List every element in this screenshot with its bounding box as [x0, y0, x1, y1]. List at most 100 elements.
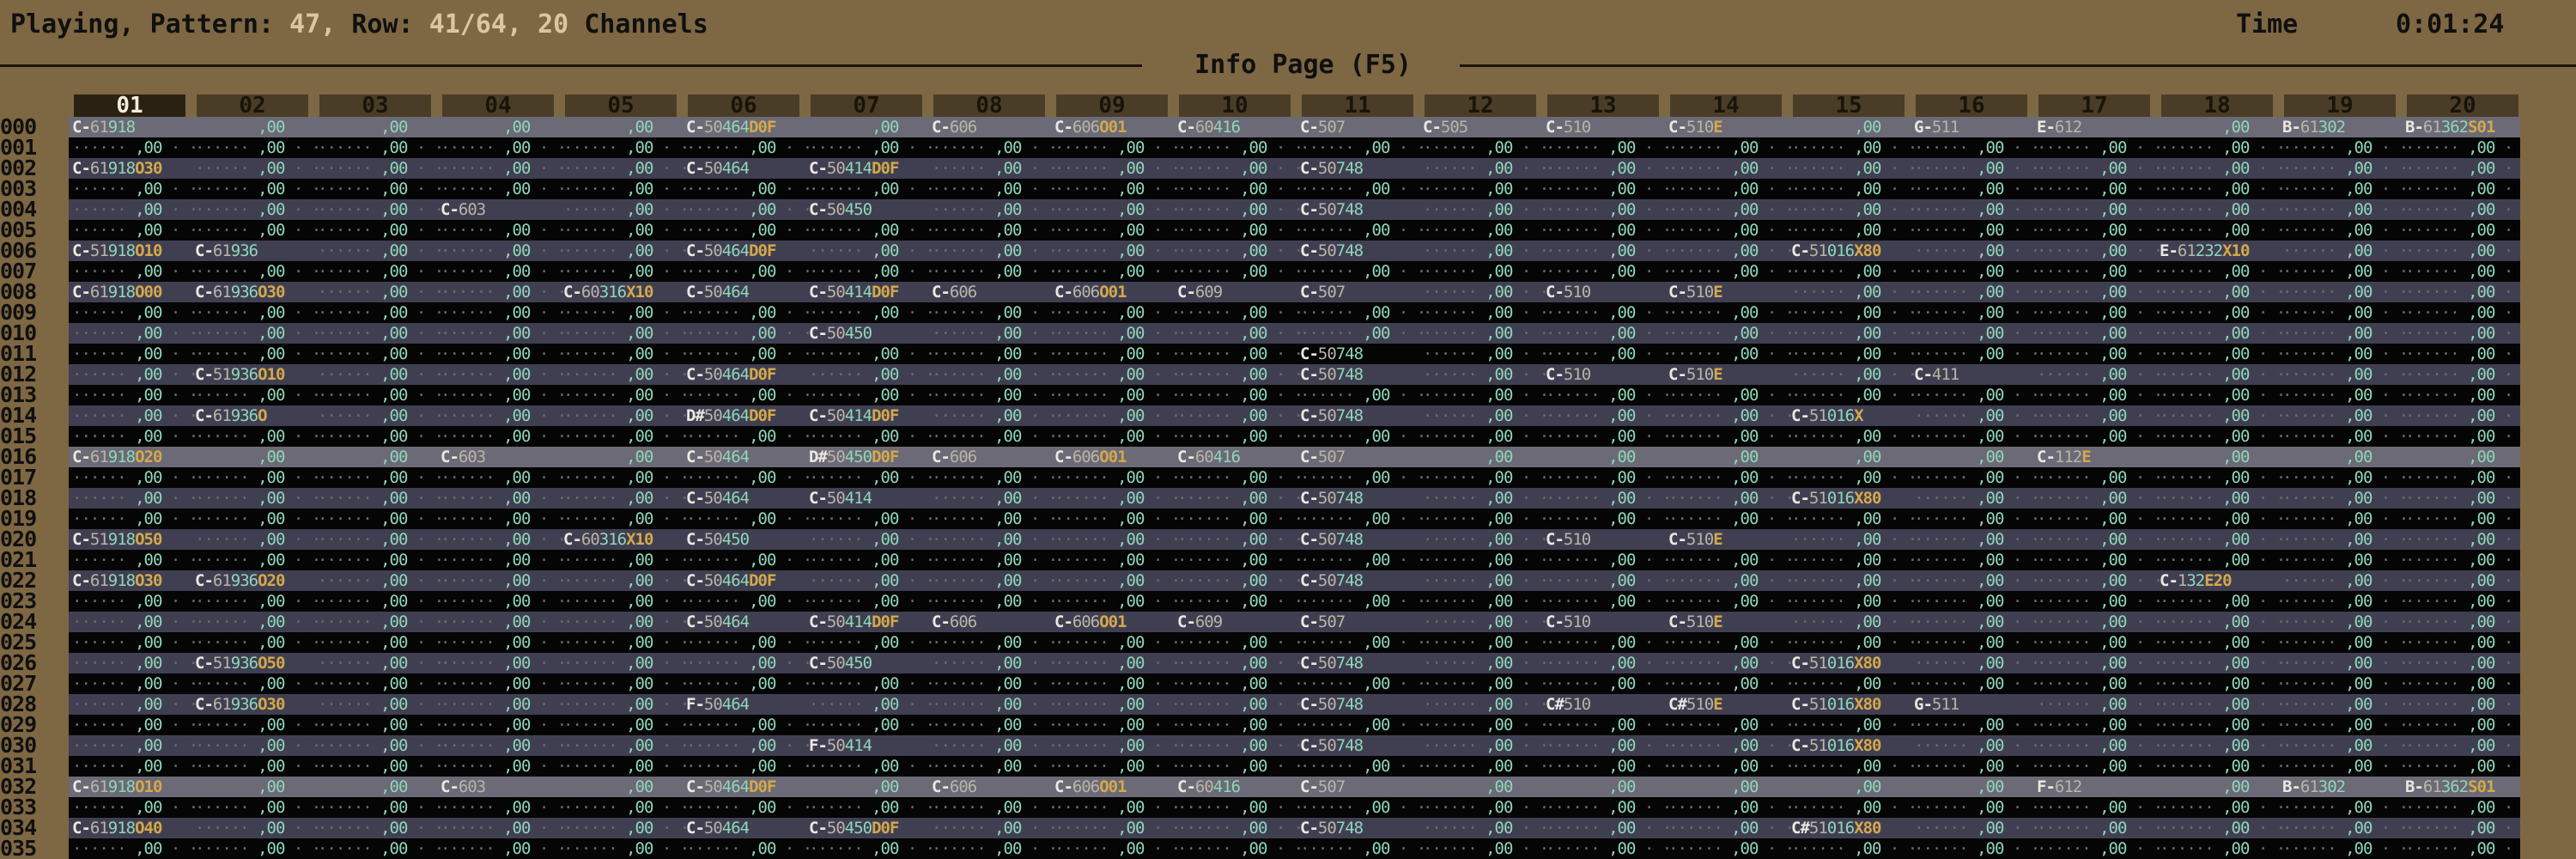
pattern-cell[interactable]: ······ ,00 · ··· — [72, 344, 195, 364]
pattern-cell[interactable]: D#50464D0F — [686, 405, 809, 426]
pattern-cell[interactable]: ······ ,00 · ··· — [1177, 241, 1300, 261]
pattern-cell[interactable]: ······ ,00 · ··· — [809, 344, 932, 364]
pattern-cell[interactable]: ······ ,00 · ··· — [2037, 467, 2160, 488]
pattern-cell[interactable]: ······ ,00 · ··· — [2405, 137, 2520, 158]
pattern-cell[interactable]: ······ ,00 · ··· — [932, 756, 1054, 777]
pattern-cell[interactable]: ······ ,00 · ··· — [563, 612, 686, 632]
pattern-cell[interactable]: ······ ,00 · ··· — [2037, 715, 2160, 735]
pattern-cell[interactable]: ······ ,00 · ··· — [1177, 426, 1300, 447]
pattern-cell[interactable]: ······ ,00 · ··· — [686, 344, 809, 364]
pattern-cell[interactable]: ······ ,00 · ··· — [318, 158, 440, 179]
pattern-cell[interactable]: ······ ,00 · ··· — [932, 302, 1054, 323]
pattern-cell[interactable]: ······ ,00 · ··· — [195, 179, 318, 199]
pattern-cell[interactable]: ······ ,00 · ··· — [1546, 199, 1668, 220]
pattern-cell[interactable]: ······ ,00 · ··· — [932, 797, 1054, 818]
pattern-cell[interactable]: ······ ,00 · ··· — [1914, 715, 2037, 735]
pattern-cell[interactable]: C-60316X10 — [563, 282, 686, 302]
pattern-cell[interactable]: ······ ,00 · ··· — [1914, 323, 2037, 344]
pattern-cell[interactable]: ······ ,00 · ··· — [2282, 797, 2405, 818]
pattern-cell[interactable]: ······ ,00 · ··· — [686, 756, 809, 777]
channel-tab-14[interactable]: 14 — [1670, 94, 1782, 117]
pattern-cell[interactable]: ······ ,00 · ··· — [318, 117, 440, 137]
pattern-cell[interactable]: ······ ,00 · ··· — [2405, 467, 2520, 488]
pattern-cell[interactable]: ······ ,00 · ··· — [440, 282, 563, 302]
pattern-cell[interactable]: ······ ,00 · ··· — [1668, 426, 1791, 447]
pattern-cell[interactable]: ······ ,00 · ··· — [1054, 735, 1177, 756]
channel-tab-01[interactable]: 01 — [74, 94, 185, 117]
channel-tab-18[interactable]: 18 — [2161, 94, 2273, 117]
pattern-cell[interactable]: C-507 — [1300, 612, 1423, 632]
pattern-cell[interactable]: ······ ,00 · ··· — [1300, 179, 1423, 199]
pattern-cell[interactable]: ······ ,00 · ··· — [1791, 612, 1914, 632]
pattern-cell[interactable]: ······ ,00 · ··· — [1054, 653, 1177, 673]
pattern-cell[interactable]: ······ ,00 · ··· — [318, 344, 440, 364]
pattern-cell[interactable]: ······ ,00 · ··· — [1914, 405, 2037, 426]
pattern-cell[interactable]: ······ ,00 · ··· — [440, 488, 563, 509]
pattern-cell[interactable]: ······ ,00 · ··· — [195, 158, 318, 179]
pattern-cell[interactable]: C-51016X80 — [1791, 694, 1914, 715]
pattern-cell[interactable]: ······ ,00 · ··· — [318, 488, 440, 509]
pattern-cell[interactable]: ······ ,00 · ··· — [72, 323, 195, 344]
pattern-cell[interactable]: ······ ,00 · ··· — [2160, 405, 2282, 426]
pattern-cell[interactable]: ······ ,00 · ··· — [1791, 591, 1914, 612]
pattern-cell[interactable]: C-61918 — [72, 117, 195, 137]
pattern-cell[interactable]: G-511 — [1914, 117, 2037, 137]
pattern-cell[interactable]: ······ ,00 · ··· — [440, 261, 563, 282]
pattern-cell[interactable]: ······ ,00 · ··· — [563, 756, 686, 777]
pattern-cell[interactable]: ······ ,00 · ··· — [686, 199, 809, 220]
pattern-cell[interactable]: ······ ,00 · ··· — [2037, 179, 2160, 199]
pattern-cell[interactable]: ······ ,00 · ··· — [72, 426, 195, 447]
pattern-cell[interactable]: ······ ,00 · ··· — [2160, 509, 2282, 529]
pattern-cell[interactable]: ······ ,00 · ··· — [1054, 715, 1177, 735]
pattern-cell[interactable]: ······ ,00 · ··· — [1177, 591, 1300, 612]
pattern-cell[interactable]: ······ ,00 · ··· — [2405, 344, 2520, 364]
pattern-cell[interactable]: ······ ,00 · ··· — [2282, 282, 2405, 302]
pattern-cell[interactable]: ······ ,00 · ··· — [932, 591, 1054, 612]
pattern-cell[interactable]: ······ ,00 · ··· — [318, 529, 440, 550]
pattern-cell[interactable]: ······ ,00 · ··· — [2037, 261, 2160, 282]
pattern-cell[interactable]: ······ ,00 · ··· — [932, 694, 1054, 715]
pattern-cell[interactable]: C-510 — [1546, 364, 1668, 385]
pattern-cell[interactable]: ······ ,00 · ··· — [2037, 797, 2160, 818]
pattern-cell[interactable]: ······ ,00 · ··· — [563, 426, 686, 447]
pattern-cell[interactable]: ······ ,00 · ··· — [1914, 179, 2037, 199]
pattern-cell[interactable]: ······ ,00 · ··· — [1914, 344, 2037, 364]
pattern-cell[interactable]: ······ ,00 · ··· — [318, 550, 440, 570]
pattern-cell[interactable]: ······ ,00 · ··· — [1300, 838, 1423, 859]
pattern-cell[interactable]: ······ ,00 · ··· — [1300, 715, 1423, 735]
pattern-cell[interactable]: ······ ,00 · ··· — [2037, 364, 2160, 385]
pattern-cell[interactable]: ······ ,00 · ··· — [1791, 715, 1914, 735]
pattern-cell[interactable]: ······ ,00 · ··· — [686, 261, 809, 282]
pattern-cell[interactable]: ······ ,00 · ··· — [2405, 220, 2520, 241]
pattern-cell[interactable]: ······ ,00 · ··· — [1300, 385, 1423, 405]
pattern-cell[interactable]: ······ ,00 · ··· — [72, 364, 195, 385]
pattern-cell[interactable]: ······ ,00 · ··· — [1423, 405, 1546, 426]
pattern-cell[interactable]: ······ ,00 · ··· — [563, 302, 686, 323]
pattern-cell[interactable]: C-507 — [1300, 282, 1423, 302]
pattern-cell[interactable]: ······ ,00 · ··· — [1423, 488, 1546, 509]
pattern-cell[interactable]: ······ ,00 · ··· — [2160, 756, 2282, 777]
pattern-cell[interactable]: ······ ,00 · ··· — [932, 653, 1054, 673]
pattern-cell[interactable]: ······ ,00 · ··· — [932, 570, 1054, 591]
pattern-cell[interactable]: ······ ,00 · ··· — [1054, 694, 1177, 715]
pattern-cell[interactable]: C-510 — [1546, 282, 1668, 302]
pattern-cell[interactable]: ······ ,00 · ··· — [1423, 797, 1546, 818]
channel-tab-02[interactable]: 02 — [197, 94, 308, 117]
pattern-cell[interactable]: ······ ,00 · ··· — [1054, 632, 1177, 653]
pattern-cell[interactable]: ······ ,00 · ··· — [686, 838, 809, 859]
pattern-cell[interactable]: ······ ,00 · ··· — [1054, 220, 1177, 241]
pattern-cell[interactable]: ······ ,00 · ··· — [1177, 838, 1300, 859]
pattern-cell[interactable]: ······ ,00 · ··· — [1791, 117, 1914, 137]
pattern-cell[interactable]: ······ ,00 · ··· — [2037, 241, 2160, 261]
pattern-cell[interactable]: ······ ,00 · ··· — [2160, 261, 2282, 282]
pattern-cell[interactable]: ······ ,00 · ··· — [1054, 137, 1177, 158]
pattern-cell[interactable]: ······ ,00 · ··· — [1177, 220, 1300, 241]
channel-tab-07[interactable]: 07 — [811, 94, 922, 117]
pattern-cell[interactable]: C-510E — [1668, 117, 1791, 137]
pattern-cell[interactable]: ······ ,00 · ··· — [1177, 199, 1300, 220]
pattern-cell[interactable]: ······ ,00 · ··· — [440, 570, 563, 591]
pattern-cell[interactable]: ······ ,00 · ··· — [2405, 302, 2520, 323]
pattern-cell[interactable]: ······ ,00 · ··· — [2160, 673, 2282, 694]
pattern-cell[interactable]: C-606O01 — [1054, 447, 1177, 467]
pattern-cell[interactable]: ······ ,00 · ··· — [1914, 488, 2037, 509]
